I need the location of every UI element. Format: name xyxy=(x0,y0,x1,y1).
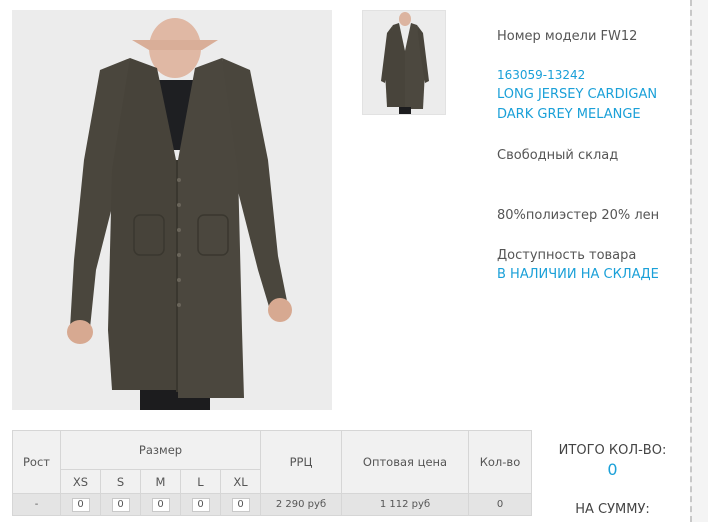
size-price-table: Рост Размер РРЦ Оптовая цена Кол-во XS S… xyxy=(12,430,532,516)
wholesale-price-header: Оптовая цена xyxy=(341,430,469,494)
quantity-header: Кол-во xyxy=(468,430,532,494)
total-count-value: 0 xyxy=(607,460,618,479)
availability-label: Доступность товара xyxy=(497,248,637,263)
size-xl-header: XL xyxy=(220,469,261,494)
product-name-link[interactable]: LONG JERSEY CARDIGAN xyxy=(497,87,657,102)
warehouse-label: Свободный склад xyxy=(497,148,619,163)
qty-input-s[interactable]: 0 xyxy=(111,497,130,512)
size-s-header: S xyxy=(100,469,141,494)
model-number: Номер модели FW12 xyxy=(497,29,638,44)
qty-input-xl[interactable]: 0 xyxy=(231,497,250,512)
product-main-image[interactable] xyxy=(12,10,332,410)
size-m-header: M xyxy=(140,469,181,494)
wholesale-price-value: 1 112 руб xyxy=(341,493,469,516)
quantity-value: 0 xyxy=(468,493,532,516)
rrp-header: РРЦ xyxy=(260,430,342,494)
height-header: Рост xyxy=(12,430,61,494)
right-scroll-rail xyxy=(690,0,708,522)
size-header: Размер xyxy=(60,430,261,470)
product-thumbnail[interactable] xyxy=(362,10,446,115)
order-totals: ИТОГО КОЛ-ВО: 0 НА СУММУ: xyxy=(540,443,685,517)
qty-input-l[interactable]: 0 xyxy=(191,497,210,512)
total-sum-label: НА СУММУ: xyxy=(575,502,650,517)
height-value: - xyxy=(12,493,61,516)
composition-label: 80%полиэстер 20% лен xyxy=(497,208,660,223)
product-sku-link[interactable]: 163059-13242 xyxy=(497,68,585,82)
rrp-value: 2 290 руб xyxy=(260,493,342,516)
size-xs-header: XS xyxy=(60,469,101,494)
cardigan-thumbnail-icon xyxy=(363,11,445,114)
qty-input-m[interactable]: 0 xyxy=(151,497,170,512)
size-l-header: L xyxy=(180,469,221,494)
availability-status: В НАЛИЧИИ НА СКЛАДЕ xyxy=(497,267,659,282)
qty-input-xs[interactable]: 0 xyxy=(71,497,90,512)
product-color-link[interactable]: DARK GREY MELANGE xyxy=(497,107,641,122)
cardigan-photo-icon xyxy=(12,10,332,410)
total-count-label: ИТОГО КОЛ-ВО: xyxy=(558,443,667,458)
